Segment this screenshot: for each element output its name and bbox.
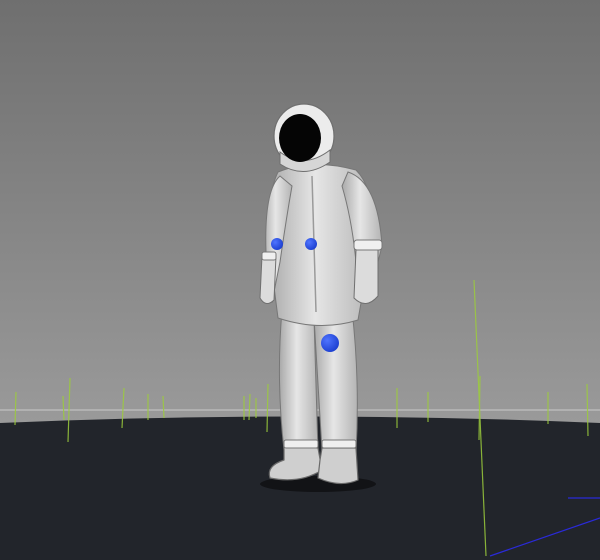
right-ankle-band — [321, 439, 357, 449]
left-ankle-band — [283, 439, 319, 449]
right-boot — [317, 447, 359, 485]
helmet-visor — [279, 114, 321, 162]
viewport-canvas[interactable] — [0, 0, 600, 560]
3d-viewport[interactable] — [0, 0, 600, 560]
right-wrist-band — [353, 239, 383, 251]
tracking-marker[interactable] — [305, 238, 317, 250]
suit-left-leg — [278, 309, 319, 453]
right-glove — [353, 249, 379, 304]
tracking-marker[interactable] — [321, 334, 339, 352]
tracking-marker[interactable] — [271, 238, 283, 250]
left-glove — [259, 255, 277, 304]
left-wrist-band — [261, 251, 277, 261]
suit-right-leg — [313, 309, 358, 453]
